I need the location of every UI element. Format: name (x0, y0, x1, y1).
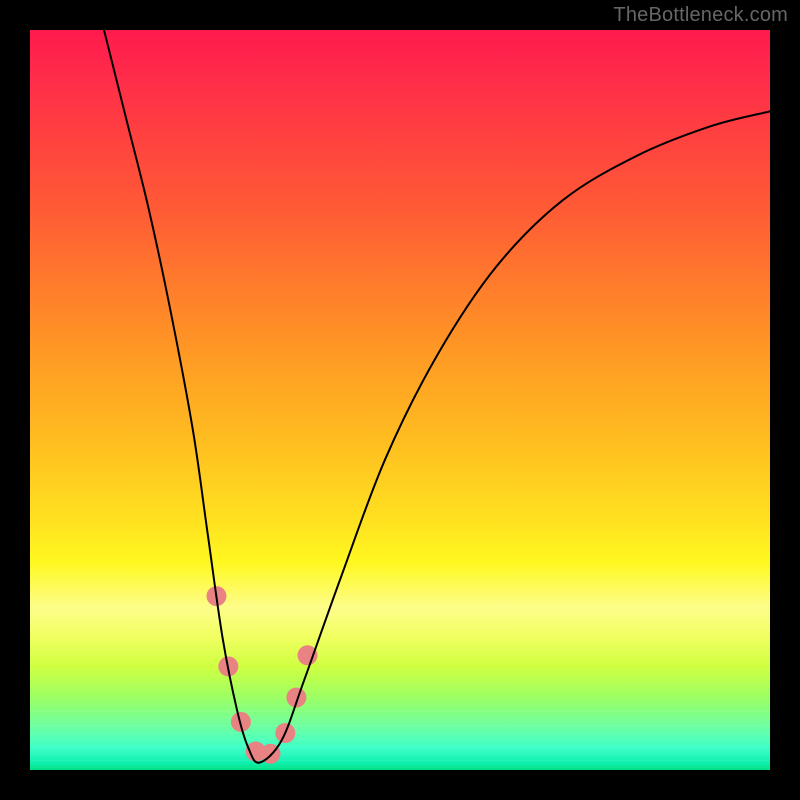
watermark: TheBottleneck.com (613, 4, 788, 27)
chart-frame: TheBottleneck.com (0, 0, 800, 800)
curve-layer (30, 30, 770, 770)
bottleneck-curve (104, 30, 770, 763)
plot-area (30, 30, 770, 770)
marker-group (206, 586, 317, 764)
